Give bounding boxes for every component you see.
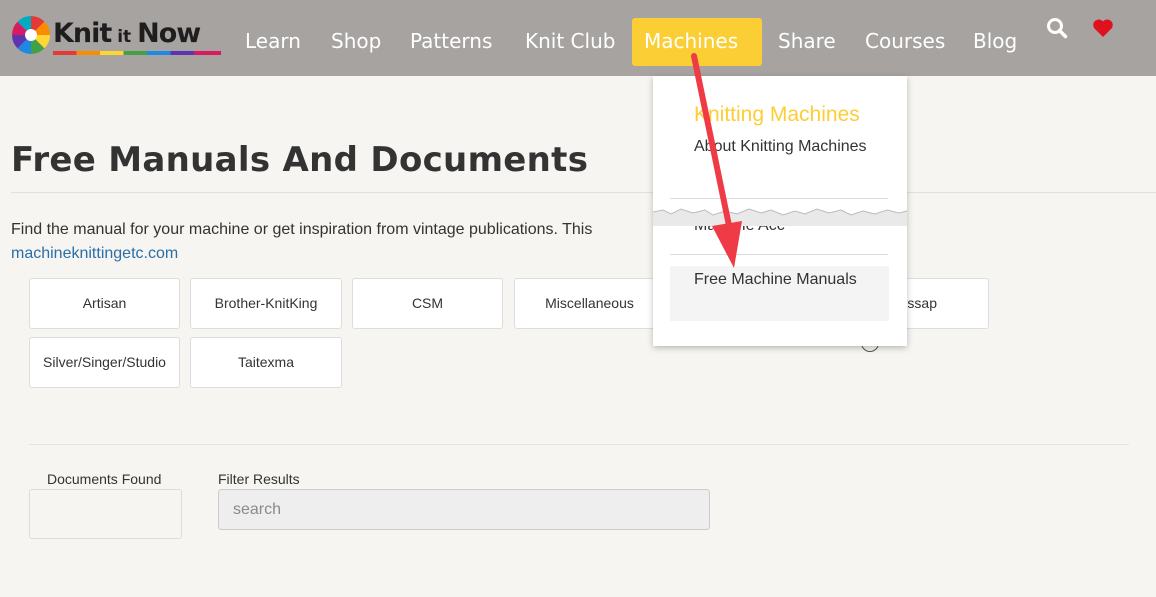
intro-text: Find the manual for your machine or get … [11, 221, 593, 238]
logo-rainbow-underline [53, 51, 221, 55]
section-divider [29, 444, 1129, 445]
brand-button-taitexma[interactable]: Taitexma [190, 337, 342, 388]
title-divider [11, 192, 1156, 193]
machines-dropdown-menu: Knitting Machines About Knitting Machine… [653, 76, 907, 346]
intro-link[interactable]: machineknittingetc.com [11, 242, 178, 266]
nav-share[interactable]: Share [778, 18, 836, 66]
site-logo[interactable]: Knit it Now [10, 14, 221, 58]
site-header: Knit it Now Learn Shop Patterns Knit Clu… [0, 0, 1156, 76]
nav-knit-club[interactable]: Knit Club [525, 18, 615, 66]
brand-button-csm[interactable]: CSM [352, 278, 503, 329]
brand-button-silver-singer-studio[interactable]: Silver/Singer/Studio [29, 337, 180, 388]
documents-found-label: Documents Found [47, 471, 162, 487]
nav-learn[interactable]: Learn [245, 18, 301, 66]
brand-button-artisan[interactable]: Artisan [29, 278, 180, 329]
nav-shop[interactable]: Shop [331, 18, 381, 66]
yarn-ball-icon [12, 16, 50, 54]
torn-edge [653, 200, 907, 226]
logo-wordmark: Knit it Now [53, 18, 201, 49]
filter-results-label: Filter Results [218, 471, 300, 487]
search-icon[interactable] [1046, 17, 1068, 39]
dropdown-item-about-knitting-machines[interactable]: About Knitting Machines [694, 135, 884, 159]
dropdown-divider [670, 198, 888, 199]
page-title: Free Manuals And Documents [11, 140, 589, 180]
brand-button-brother-knitking[interactable]: Brother-KnitKing [190, 278, 342, 329]
nav-blog[interactable]: Blog [973, 18, 1017, 66]
dropdown-divider [670, 254, 888, 255]
dropdown-item-free-machine-manuals[interactable]: Free Machine Manuals [694, 268, 884, 292]
dropdown-heading[interactable]: Knitting Machines [694, 103, 860, 127]
documents-found-count [29, 489, 182, 539]
brand-button-miscellaneous[interactable]: Miscellaneous [514, 278, 665, 329]
nav-patterns[interactable]: Patterns [410, 18, 492, 66]
heart-icon[interactable] [1092, 18, 1114, 38]
filter-search-input[interactable] [218, 489, 710, 530]
nav-courses[interactable]: Courses [865, 18, 945, 66]
nav-machines[interactable]: Machines [632, 18, 762, 66]
